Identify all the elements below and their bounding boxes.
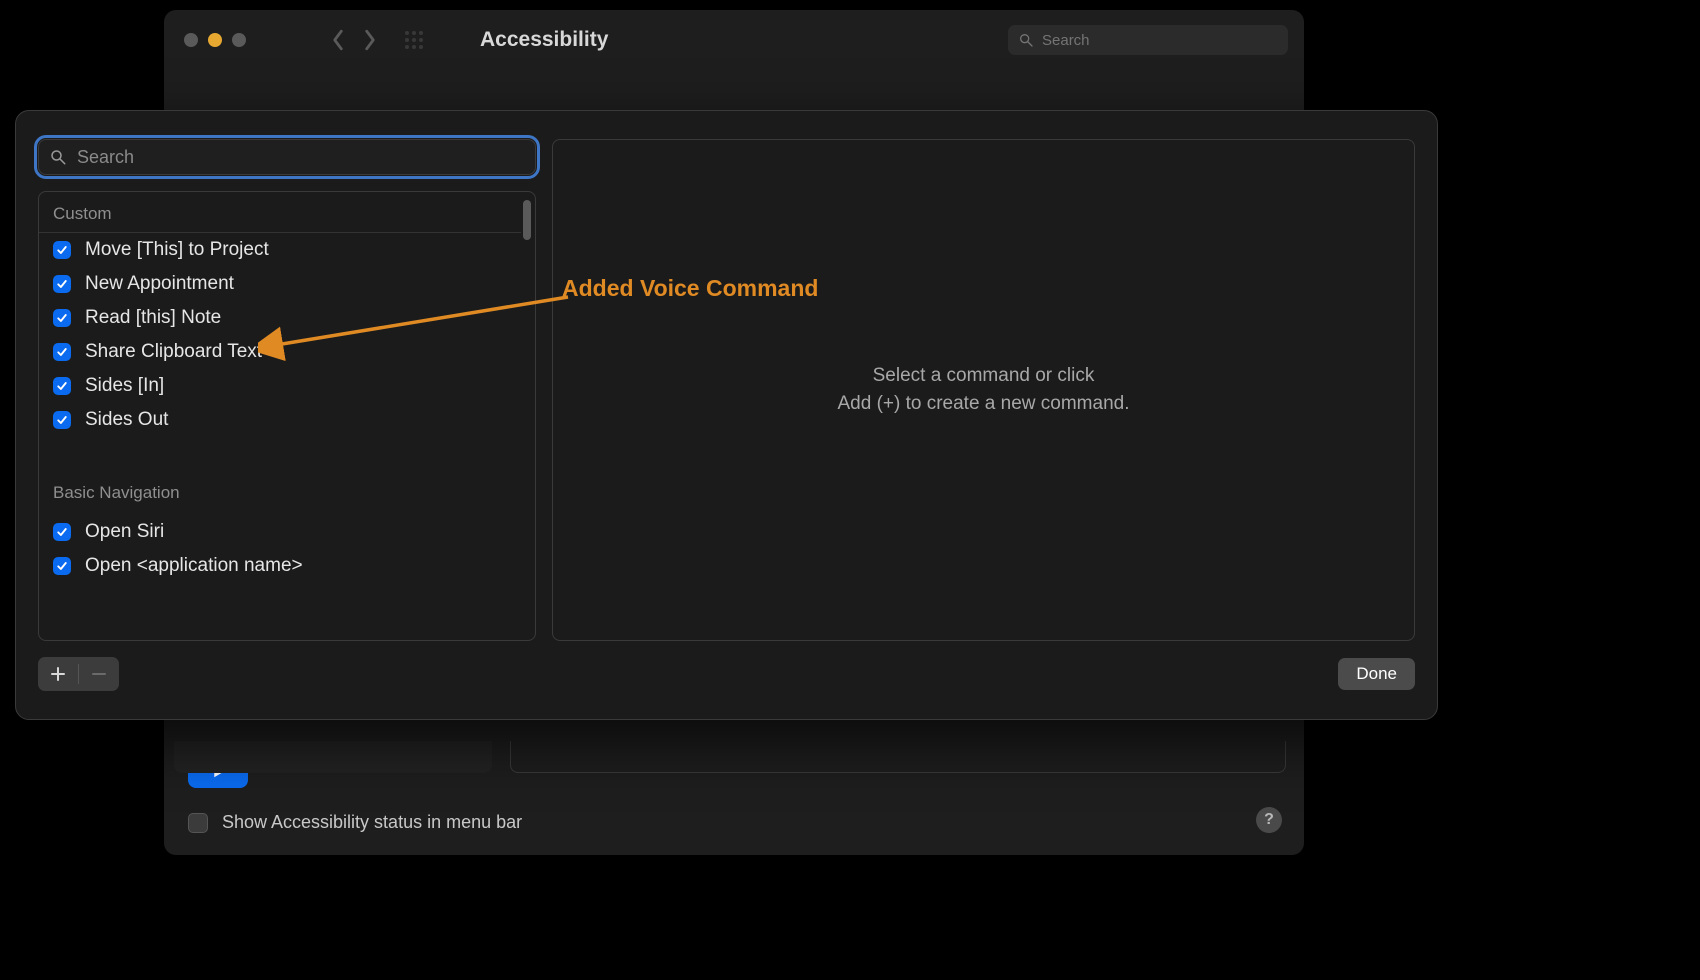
close-window-button[interactable] — [184, 33, 198, 47]
plus-icon — [50, 666, 66, 682]
command-item[interactable]: Read [this] Note — [39, 301, 521, 335]
command-item[interactable]: Sides [In] — [39, 369, 521, 403]
command-item[interactable]: Share Clipboard Text — [39, 335, 521, 369]
titlebar-search-placeholder: Search — [1042, 32, 1090, 49]
placeholder-line-1: Select a command or click — [837, 362, 1129, 391]
command-checkbox[interactable] — [53, 377, 71, 395]
command-checkbox[interactable] — [53, 275, 71, 293]
commands-search-field[interactable] — [38, 139, 536, 175]
parent-bottom-area: Show Accessibility status in menu bar ? — [164, 740, 1304, 855]
command-item[interactable]: Move [This] to Project — [39, 233, 521, 267]
command-checkbox[interactable] — [53, 343, 71, 361]
command-label: Move [This] to Project — [85, 239, 269, 261]
checkmark-icon — [56, 244, 68, 256]
remove-command-button[interactable] — [79, 657, 119, 691]
command-checkbox[interactable] — [53, 557, 71, 575]
command-label: Sides Out — [85, 409, 168, 431]
checkmark-icon — [56, 560, 68, 572]
maximize-window-button[interactable] — [232, 33, 246, 47]
command-label: Open Siri — [85, 521, 164, 543]
placeholder-line-2: Add (+) to create a new command. — [837, 390, 1129, 419]
checkmark-icon — [56, 380, 68, 392]
titlebar-search[interactable]: Search — [1008, 25, 1288, 55]
minimize-window-button[interactable] — [208, 33, 222, 47]
sheet-footer: Done — [38, 657, 1415, 691]
commands-search-input[interactable] — [77, 147, 525, 168]
command-detail-pane: Select a command or click Add (+) to cre… — [552, 139, 1415, 641]
menubar-status-checkbox[interactable] — [188, 813, 208, 833]
done-button[interactable]: Done — [1338, 658, 1415, 690]
command-checkbox[interactable] — [53, 241, 71, 259]
checkmark-icon — [56, 526, 68, 538]
command-item[interactable]: Open <application name> — [39, 549, 521, 583]
checkmark-icon — [56, 346, 68, 358]
add-command-button[interactable] — [38, 657, 78, 691]
checkmark-icon — [56, 278, 68, 290]
command-checkbox[interactable] — [53, 411, 71, 429]
command-label: Share Clipboard Text — [85, 341, 262, 363]
window-controls — [184, 33, 246, 47]
panel-fragment — [510, 741, 1286, 773]
search-icon — [1018, 32, 1034, 48]
add-remove-group — [38, 657, 119, 691]
command-item[interactable]: New Appointment — [39, 267, 521, 301]
command-label: New Appointment — [85, 273, 234, 295]
checkmark-icon — [56, 414, 68, 426]
commands-list-wrap: Custom Move [This] to Project New Appointm… — [38, 191, 536, 641]
command-checkbox[interactable] — [53, 523, 71, 541]
section-header: Custom — [39, 192, 521, 233]
command-label: Open <application name> — [85, 555, 303, 577]
show-all-icon[interactable] — [404, 30, 424, 50]
titlebar: Accessibility Search — [164, 10, 1304, 70]
nav-buttons — [324, 26, 384, 54]
commands-list[interactable]: Custom Move [This] to Project New Appointm… — [39, 192, 521, 640]
scrollbar-thumb[interactable] — [523, 200, 531, 240]
window-title: Accessibility — [480, 28, 608, 52]
command-label: Sides [In] — [85, 375, 164, 397]
command-item[interactable]: Sides Out — [39, 403, 521, 437]
minus-icon — [91, 666, 107, 682]
search-icon — [49, 148, 67, 166]
back-button[interactable] — [324, 26, 352, 54]
section-header: Basic Navigation — [39, 471, 521, 511]
commands-left-column: Custom Move [This] to Project New Appointm… — [38, 139, 536, 641]
menubar-status-row: Show Accessibility status in menu bar — [188, 812, 1280, 833]
chevron-right-icon — [362, 29, 378, 51]
chevron-left-icon — [330, 29, 346, 51]
commands-sheet: Custom Move [This] to Project New Appointm… — [15, 110, 1438, 720]
menubar-status-label: Show Accessibility status in menu bar — [222, 812, 522, 833]
detail-placeholder: Select a command or click Add (+) to cre… — [837, 362, 1129, 419]
sidebar-fragment — [174, 741, 492, 773]
command-label: Read [this] Note — [85, 307, 221, 329]
checkmark-icon — [56, 312, 68, 324]
forward-button[interactable] — [356, 26, 384, 54]
sheet-body: Custom Move [This] to Project New Appointm… — [38, 139, 1415, 641]
command-checkbox[interactable] — [53, 309, 71, 327]
help-button[interactable]: ? — [1256, 807, 1282, 833]
command-item[interactable]: Open Siri — [39, 515, 521, 549]
